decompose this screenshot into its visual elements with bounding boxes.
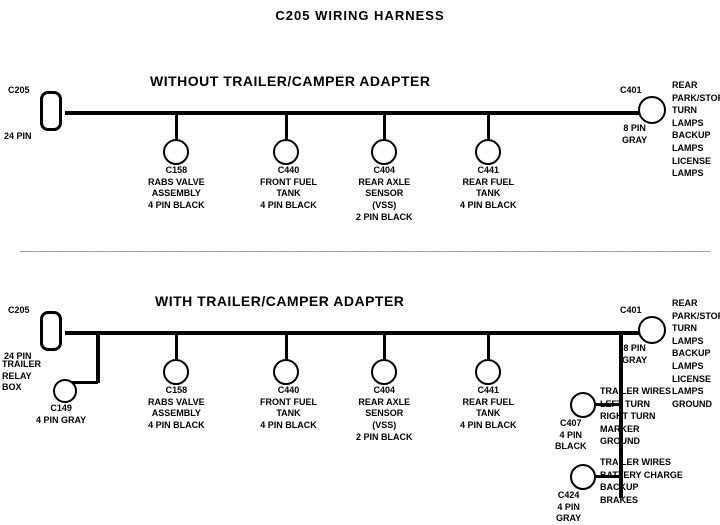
c149-label: C1494 PIN GRAY xyxy=(36,403,86,426)
c205-top-label-top: C205 xyxy=(8,85,30,97)
diagram-container: WITHOUT TRAILER/CAMPER ADAPTER C205 24 P… xyxy=(0,23,720,523)
c149-circle xyxy=(53,379,77,403)
c158-bot-label: C158RABS VALVEASSEMBLY4 PIN BLACK xyxy=(148,385,205,432)
c440-bot-circle xyxy=(273,359,299,385)
c440-top-drop xyxy=(285,113,288,141)
c205-top-rect xyxy=(40,91,62,131)
c158-bot-drop xyxy=(175,333,178,361)
c441-bot-circle xyxy=(475,359,501,385)
c407-right-text: TRAILER WIRESLEFT TURNRIGHT TURNMARKERGR… xyxy=(600,385,671,448)
c158-top-drop xyxy=(175,113,178,141)
page-title: C205 WIRING HARNESS xyxy=(0,0,720,23)
c404-bot-circle xyxy=(371,359,397,385)
section-divider xyxy=(20,251,710,252)
c441-top-drop xyxy=(487,113,490,141)
c404-top-drop xyxy=(383,113,386,141)
c440-bot-label: C440FRONT FUELTANK4 PIN BLACK xyxy=(260,385,317,432)
c407-label: C4074 PINBLACK xyxy=(555,418,587,453)
c404-bot-drop xyxy=(383,333,386,361)
c441-bot-label: C441REAR FUELTANK4 PIN BLACK xyxy=(460,385,517,432)
c440-top-label: C440FRONT FUELTANK4 PIN BLACK xyxy=(260,165,317,212)
c440-bot-drop xyxy=(285,333,288,361)
c158-bot-circle xyxy=(163,359,189,385)
c404-top-label: C404REAR AXLESENSOR(VSS)2 PIN BLACK xyxy=(356,165,413,223)
c407-circle xyxy=(570,392,596,418)
c205-bot-label-top: C205 xyxy=(8,305,30,317)
c441-top-label: C441REAR FUELTANK4 PIN BLACK xyxy=(460,165,517,212)
section2-label: WITH TRAILER/CAMPER ADAPTER xyxy=(155,293,404,309)
c401-bot-pin: 8 PINGRAY xyxy=(622,343,647,366)
c440-top-circle xyxy=(273,139,299,165)
c158-top-circle xyxy=(163,139,189,165)
wire-bot-main xyxy=(65,331,655,335)
c205-bot-rect xyxy=(40,311,62,351)
c401-bot-right-text: REAR PARK/STOPTURN LAMPSBACKUP LAMPSLICE… xyxy=(672,297,720,410)
c149-vert-wire xyxy=(96,333,100,383)
c401-bot-circle xyxy=(638,316,666,344)
c404-bot-label: C404REAR AXLESENSOR(VSS)2 PIN BLACK xyxy=(356,385,413,443)
c424-circle xyxy=(570,464,596,490)
c441-top-circle xyxy=(475,139,501,165)
c401-top-pin: 8 PINGRAY xyxy=(622,123,647,146)
c401-top-circle xyxy=(638,96,666,124)
c424-label: C4244 PINGRAY xyxy=(556,490,581,525)
c401-top-right-text: REAR PARK/STOPTURN LAMPSBACKUP LAMPSLICE… xyxy=(672,79,720,180)
c441-bot-drop xyxy=(487,333,490,361)
c205-top-label-bot: 24 PIN xyxy=(4,131,32,143)
c404-top-circle xyxy=(371,139,397,165)
trailer-relay-label: TRAILERRELAYBOX xyxy=(2,359,41,394)
c424-right-text: TRAILER WIRESBATTERY CHARGEBACKUPBRAKES xyxy=(600,456,683,506)
section1-label: WITHOUT TRAILER/CAMPER ADAPTER xyxy=(150,73,430,89)
c158-top-label: C158RABS VALVEASSEMBLY4 PIN BLACK xyxy=(148,165,205,212)
c401-top-label: C401 xyxy=(620,85,642,97)
wire-top-main xyxy=(65,111,655,115)
c401-bot-label: C401 xyxy=(620,305,642,317)
